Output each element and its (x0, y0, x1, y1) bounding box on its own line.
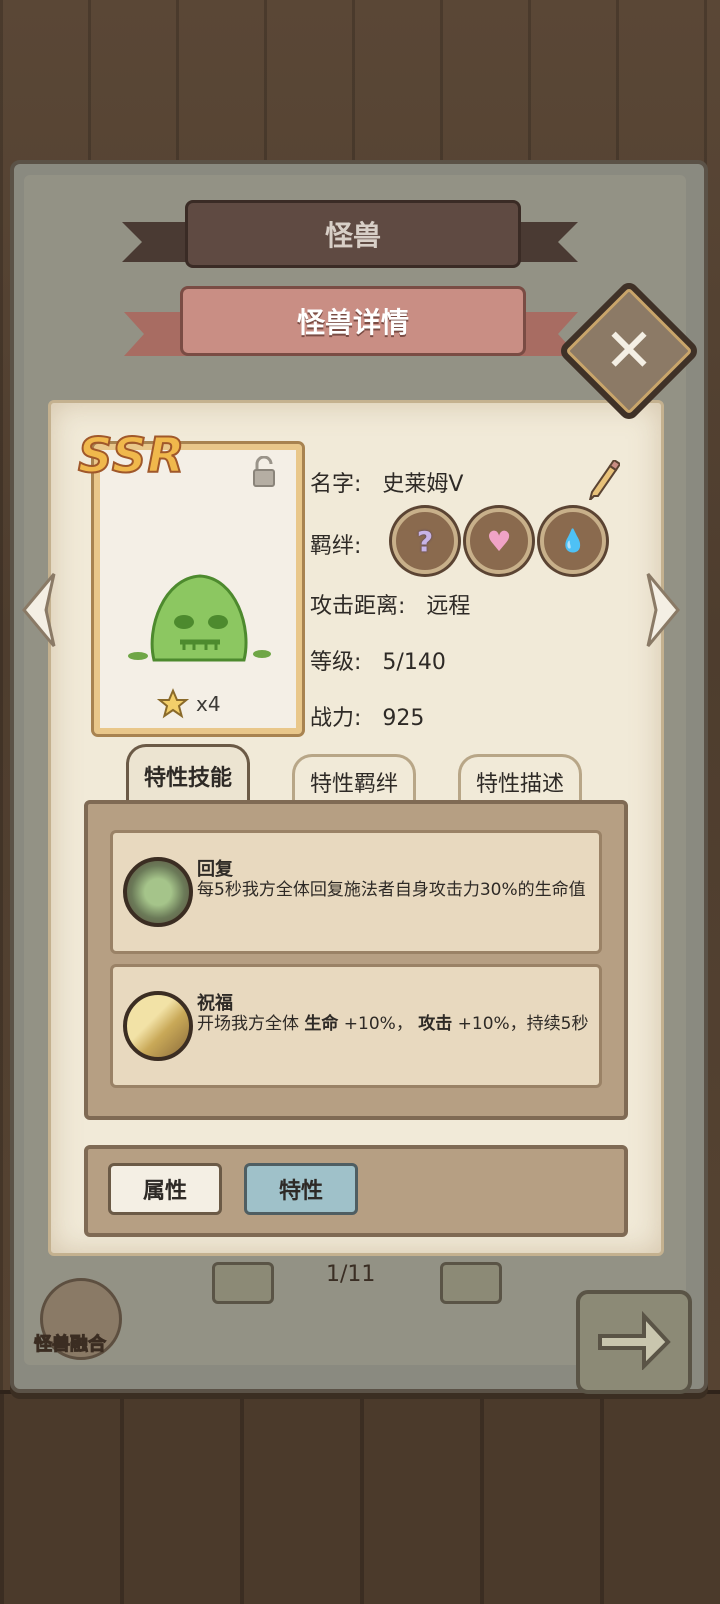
range-label: 攻击距离: (310, 594, 406, 619)
range-row: 攻击距离: 远程 (310, 588, 470, 620)
skill-name: 回复 (197, 859, 233, 880)
desc-keyword-atk: 攻击 (418, 1014, 453, 1034)
name-row: 名字: 史莱姆Ⅴ (310, 466, 463, 498)
close-icon[interactable]: ✕ (578, 300, 680, 402)
tab-label: 特性描述 (475, 772, 564, 797)
pager-prev-button[interactable] (212, 1262, 274, 1304)
unlock-icon[interactable] (252, 456, 276, 488)
skill-item: 祝福 开场我方全体 生命 +10%， 攻击 +10%，持续5秒 (110, 964, 602, 1088)
monster-merge-label[interactable]: 怪兽融合 (34, 1330, 107, 1356)
trait-tab-button[interactable]: 特性 (244, 1163, 358, 1215)
name-label: 名字: (310, 472, 362, 497)
pager-next-button[interactable] (440, 1262, 502, 1304)
next-monster-arrow-icon[interactable] (644, 570, 684, 650)
drops-bond-icon[interactable]: 💧 (540, 508, 606, 574)
section-title: 怪兽 (185, 200, 521, 268)
return-arrow-icon[interactable] (592, 1306, 672, 1370)
attribute-tab-button[interactable]: 属性 (108, 1163, 222, 1215)
wood-floor (0, 1390, 720, 1604)
skill-name: 祝福 (197, 993, 233, 1014)
rename-pencil-icon[interactable] (586, 460, 620, 500)
prev-monster-arrow-icon[interactable] (18, 570, 58, 650)
range-value: 远程 (426, 594, 471, 619)
question-bond-icon[interactable]: ? (392, 508, 458, 574)
desc-keyword-hp: 生命 (304, 1014, 339, 1034)
bond-label: 羁绊: (310, 534, 362, 559)
skill-description: 开场我方全体 生命 +10%， 攻击 +10%，持续5秒 (197, 1013, 597, 1035)
desc-text: 开场我方全体 (197, 1014, 305, 1034)
heart-bond-icon[interactable]: ♥ (466, 508, 532, 574)
trait-label: 特性 (278, 1179, 323, 1204)
power-value: 925 (382, 706, 425, 731)
star-icon (156, 688, 190, 719)
blessing-mountain-icon (123, 991, 193, 1061)
tab-label: 特性技能 (143, 766, 232, 791)
tab-trait-skill[interactable]: 特性技能 (126, 744, 250, 805)
power-label: 战力: (310, 706, 362, 731)
page-indicator: 1/11 (326, 1262, 376, 1287)
skill-item: 回复 每5秒我方全体回复施法者自身攻击力30%的生命值 (110, 830, 602, 954)
star-count: x4 (196, 692, 221, 716)
desc-text: +10%， (338, 1014, 419, 1034)
slime-monster-image (128, 574, 271, 662)
skill-description: 每5秒我方全体回复施法者自身攻击力30%的生命值 (197, 880, 586, 900)
dialog-title: 怪兽详情 (180, 286, 526, 356)
heal-leaf-icon (123, 857, 193, 927)
star-row: x4 (156, 688, 221, 720)
level-value: 5/140 (382, 650, 446, 675)
level-label: 等级: (310, 650, 362, 675)
power-row: 战力: 925 (310, 700, 424, 732)
monster-name: 史莱姆Ⅴ (382, 472, 464, 497)
tab-label: 特性羁绊 (309, 772, 398, 797)
attribute-label: 属性 (142, 1179, 187, 1204)
rarity-badge: SSR (77, 427, 186, 485)
desc-text: +10%，持续5秒 (452, 1014, 589, 1034)
level-row: 等级: 5/140 (310, 644, 446, 676)
